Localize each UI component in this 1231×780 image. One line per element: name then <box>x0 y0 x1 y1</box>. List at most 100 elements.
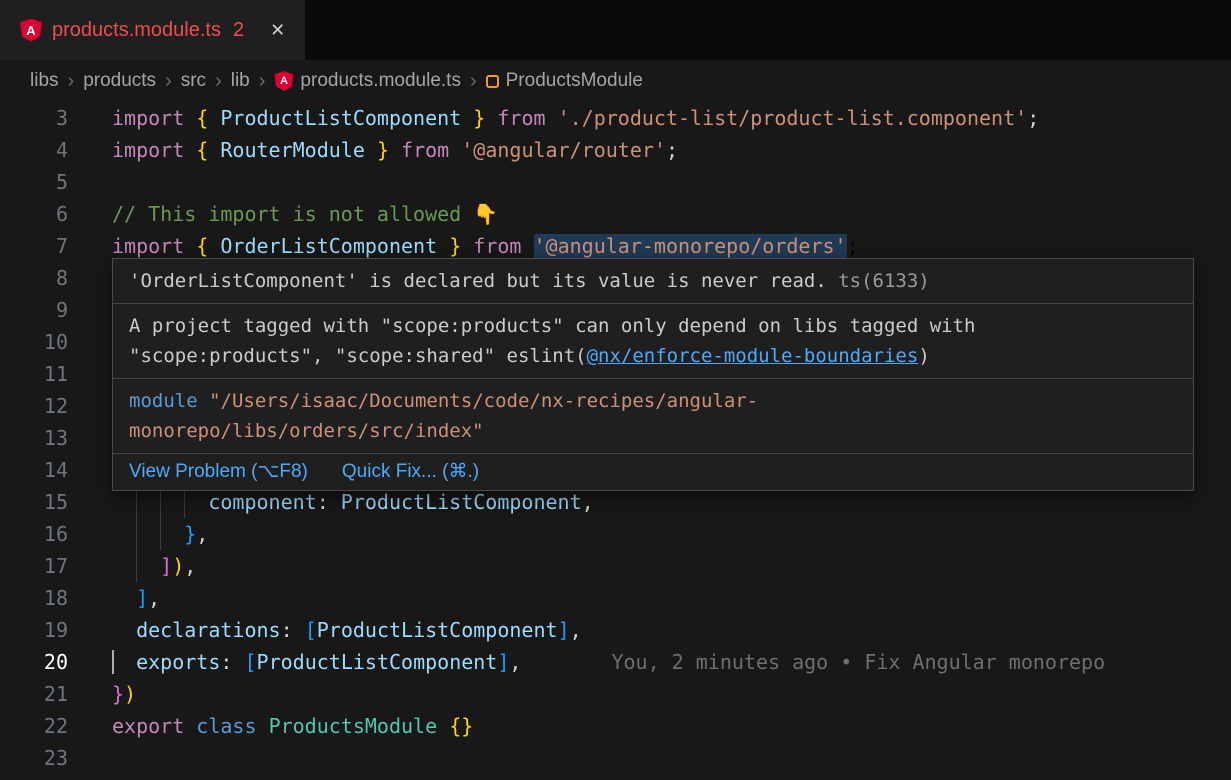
hover-text: module <box>129 390 198 412</box>
tab-title: products.module.ts <box>52 19 221 42</box>
code-token <box>184 138 196 162</box>
code-line[interactable]: 22 export class ProductsModule {} <box>0 710 1231 742</box>
code-content[interactable]: declarations: [ProductListComponent], <box>112 614 1231 646</box>
code-token <box>437 234 449 258</box>
code-token: ProductListComponent <box>317 618 558 642</box>
code-token: ] <box>558 618 570 642</box>
code-token: OrderListComponent <box>220 234 437 258</box>
line-number[interactable]: 5 <box>0 166 68 198</box>
breadcrumb-item-productsmodule[interactable]: ProductsModule <box>486 70 643 92</box>
line-number[interactable]: 7 <box>0 230 68 262</box>
code-token: , <box>148 586 160 610</box>
code-token: import <box>112 106 184 130</box>
code-content[interactable]: export class ProductsModule {} <box>112 710 1231 742</box>
line-number[interactable]: 3 <box>0 102 68 134</box>
breadcrumb-item-src[interactable]: src <box>181 70 206 92</box>
code-line[interactable]: 3 import { ProductListComponent } from '.… <box>0 102 1231 134</box>
breadcrumb-item-lib[interactable]: lib <box>231 70 250 92</box>
line-number[interactable]: 15 <box>0 486 68 518</box>
hover-text: eslint( <box>507 345 587 367</box>
line-number[interactable]: 20 <box>0 646 68 678</box>
line-number[interactable]: 16 <box>0 518 68 550</box>
code-token: [ <box>244 650 256 674</box>
line-number[interactable]: 8 <box>0 262 68 294</box>
code-token: component <box>208 490 316 514</box>
hover-text-line: A project tagged with "scope:products" c… <box>129 311 1177 341</box>
code-token: } <box>184 522 196 546</box>
breadcrumb-item-products[interactable]: products <box>83 70 156 92</box>
line-number[interactable]: 22 <box>0 710 68 742</box>
view-problem-action[interactable]: View Problem (⌥F8) <box>129 461 308 483</box>
indent-guide <box>136 550 137 582</box>
code-token: , <box>570 618 582 642</box>
code-token: import <box>112 234 184 258</box>
git-blame-annotation: You, 2 minutes ago • Fix Angular monorep… <box>521 650 1105 674</box>
line-number[interactable]: 13 <box>0 422 68 454</box>
eslint-rule-link[interactable]: @nx/enforce-module-boundaries <box>587 345 919 367</box>
code-token: from <box>401 138 449 162</box>
code-content[interactable]: }) <box>112 678 1231 710</box>
line-number[interactable]: 10 <box>0 326 68 358</box>
code-token: } <box>473 106 485 130</box>
editor[interactable]: 3 import { ProductListComponent } from '.… <box>0 102 1231 780</box>
chevron-right-icon: › <box>259 70 266 93</box>
quick-fix-action[interactable]: Quick Fix... (⌘.) <box>342 461 479 483</box>
chevron-right-icon: › <box>215 70 222 93</box>
line-number[interactable]: 19 <box>0 614 68 646</box>
line-number[interactable]: 21 <box>0 678 68 710</box>
code-content[interactable] <box>112 742 1231 774</box>
code-line[interactable]: 6 // This import is not allowed 👇 <box>0 198 1231 230</box>
code-line[interactable]: 19 declarations: [ProductListComponent], <box>0 614 1231 646</box>
tab-products-module[interactable]: A products.module.ts 2 ✕ <box>0 0 305 60</box>
breadcrumb-item-libs[interactable]: libs <box>30 70 59 92</box>
code-content[interactable]: // This import is not allowed 👇 <box>112 198 1231 230</box>
code-content[interactable]: ]), <box>112 550 1231 582</box>
breadcrumb-label: ProductsModule <box>506 70 643 92</box>
code-content[interactable]: ], <box>112 582 1231 614</box>
tab-bar: A products.module.ts 2 ✕ <box>0 0 1231 60</box>
line-number[interactable]: 14 <box>0 454 68 486</box>
hover-text: ts(6133) <box>838 270 930 292</box>
code-line[interactable]: 4 import { RouterModule } from '@angular/… <box>0 134 1231 166</box>
code-token: exports <box>136 650 220 674</box>
code-content[interactable]: }, <box>112 518 1231 550</box>
code-token: class <box>196 714 256 738</box>
line-number[interactable]: 18 <box>0 582 68 614</box>
code-token: ] <box>497 650 509 674</box>
code-line[interactable]: 23 <box>0 742 1231 774</box>
code-token: ProductListComponent <box>220 106 461 130</box>
code-token <box>521 234 533 258</box>
code-line[interactable]: 18 ], <box>0 582 1231 614</box>
hover-text: monorepo/libs/orders/src/index" <box>129 420 484 442</box>
code-content[interactable]: import { RouterModule } from '@angular/r… <box>112 134 1231 166</box>
code-content[interactable]: exports: [ProductListComponent],You, 2 m… <box>112 646 1231 678</box>
code-line[interactable]: 16 }, <box>0 518 1231 550</box>
code-token <box>485 106 497 130</box>
line-number[interactable]: 23 <box>0 742 68 774</box>
breadcrumb-item-products-module-ts[interactable]: Aproducts.module.ts <box>274 70 461 92</box>
line-number[interactable]: 6 <box>0 198 68 230</box>
line-number[interactable]: 12 <box>0 390 68 422</box>
code-line[interactable]: 5 <box>0 166 1231 198</box>
chevron-right-icon: › <box>470 70 477 93</box>
code-content[interactable] <box>112 166 1231 198</box>
line-number[interactable]: 9 <box>0 294 68 326</box>
code-token: } <box>112 682 124 706</box>
line-number[interactable]: 4 <box>0 134 68 166</box>
code-line[interactable]: 20 exports: [ProductListComponent],You, … <box>0 646 1231 678</box>
text-cursor <box>112 650 114 674</box>
line-number[interactable]: 17 <box>0 550 68 582</box>
hover-text: "/Users/isaac/Documents/code/nx-recipes/… <box>209 390 758 412</box>
line-number[interactable]: 11 <box>0 358 68 390</box>
code-token: } <box>377 138 389 162</box>
close-icon[interactable]: ✕ <box>270 20 285 41</box>
code-token <box>546 106 558 130</box>
code-token <box>112 650 136 674</box>
code-line[interactable]: 21}) <box>0 678 1231 710</box>
code-line[interactable]: 17 ]), <box>0 550 1231 582</box>
hover-eslint-diagnostic: A project tagged with "scope:products" c… <box>113 303 1193 378</box>
hover-text <box>827 270 838 292</box>
hover-text-line: monorepo/libs/orders/src/index" <box>129 416 1177 446</box>
code-content[interactable]: import { ProductListComponent } from './… <box>112 102 1231 134</box>
breadcrumb-label: products <box>83 70 156 92</box>
